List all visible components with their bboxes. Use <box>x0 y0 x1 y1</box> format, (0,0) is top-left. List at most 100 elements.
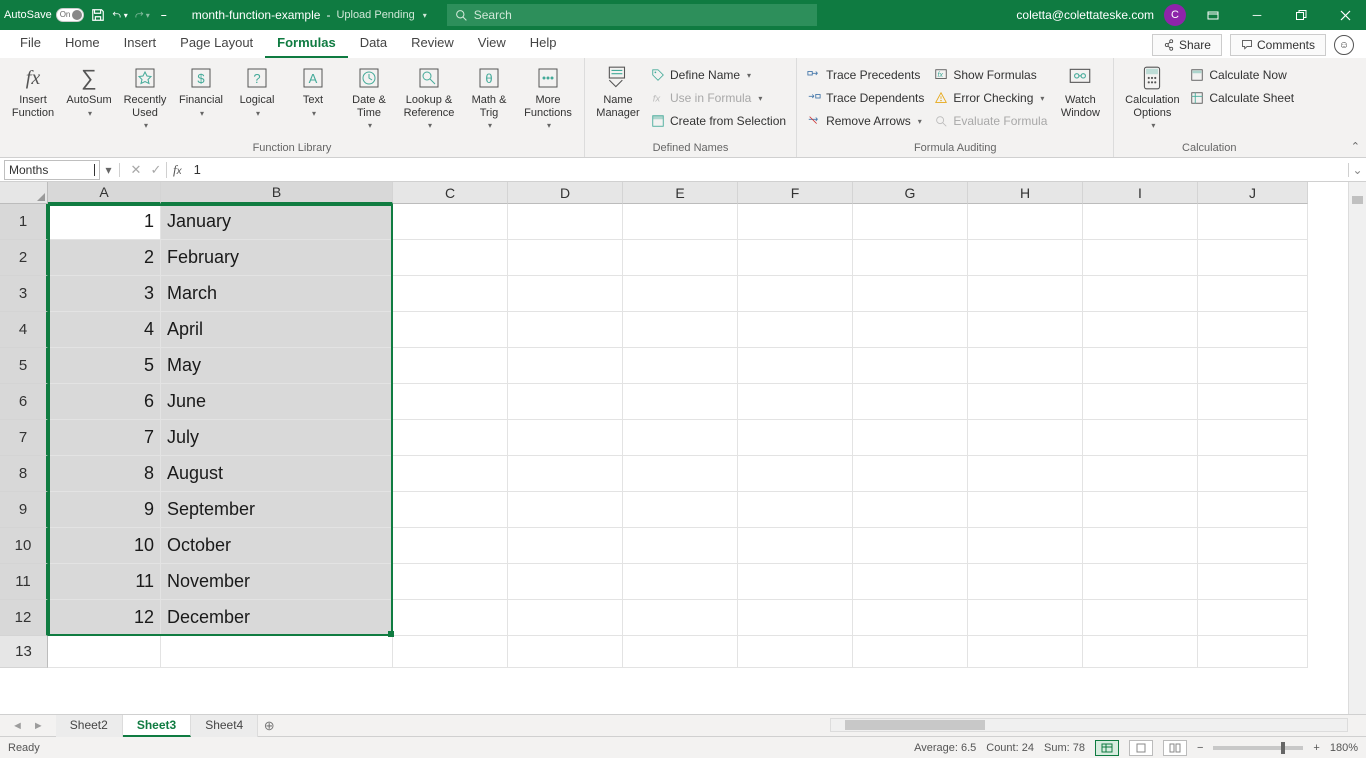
cell-J2[interactable] <box>1198 240 1308 276</box>
fx-button[interactable]: fx <box>166 162 188 178</box>
cell-A10[interactable]: 10 <box>48 528 161 564</box>
cell-C3[interactable] <box>393 276 508 312</box>
zoom-out-button[interactable]: − <box>1197 742 1203 754</box>
cell-G13[interactable] <box>853 636 968 668</box>
cell-D10[interactable] <box>508 528 623 564</box>
cell-G6[interactable] <box>853 384 968 420</box>
cell-H7[interactable] <box>968 420 1083 456</box>
tab-insert[interactable]: Insert <box>112 29 169 58</box>
tab-formulas[interactable]: Formulas <box>265 29 348 58</box>
column-header-I[interactable]: I <box>1083 182 1198 204</box>
tab-file[interactable]: File <box>8 29 53 58</box>
cell-H1[interactable] <box>968 204 1083 240</box>
cell-A11[interactable]: 11 <box>48 564 161 600</box>
cell-G8[interactable] <box>853 456 968 492</box>
save-status[interactable]: Upload Pending <box>336 9 414 21</box>
expand-formula-bar-icon[interactable]: ⌄ <box>1348 163 1366 177</box>
enter-icon[interactable]: ✓ <box>146 162 166 178</box>
cell-H11[interactable] <box>968 564 1083 600</box>
column-header-H[interactable]: H <box>968 182 1083 204</box>
cell-B9[interactable]: September <box>161 492 393 528</box>
more-functions-button[interactable]: More Functions▾ <box>518 60 578 134</box>
cell-J6[interactable] <box>1198 384 1308 420</box>
cancel-icon[interactable]: ✕ <box>126 162 146 178</box>
share-button[interactable]: Share <box>1152 34 1222 56</box>
cell-C9[interactable] <box>393 492 508 528</box>
cell-H13[interactable] <box>968 636 1083 668</box>
zoom-level[interactable]: 180% <box>1330 742 1358 754</box>
cell-H5[interactable] <box>968 348 1083 384</box>
watch-window-button[interactable]: Watch Window <box>1053 60 1107 123</box>
cell-D2[interactable] <box>508 240 623 276</box>
cell-D13[interactable] <box>508 636 623 668</box>
row-header-10[interactable]: 10 <box>0 528 48 564</box>
cell-J11[interactable] <box>1198 564 1308 600</box>
cell-E13[interactable] <box>623 636 738 668</box>
cell-E2[interactable] <box>623 240 738 276</box>
cell-B4[interactable]: April <box>161 312 393 348</box>
ribbon-display-icon[interactable] <box>1196 0 1230 30</box>
cell-G9[interactable] <box>853 492 968 528</box>
cell-C8[interactable] <box>393 456 508 492</box>
cell-D4[interactable] <box>508 312 623 348</box>
cell-I12[interactable] <box>1083 600 1198 636</box>
row-header-1[interactable]: 1 <box>0 204 48 240</box>
sheet-tab-sheet3[interactable]: Sheet3 <box>123 715 191 737</box>
redo-icon[interactable]: ▾ <box>134 7 150 23</box>
cell-F9[interactable] <box>738 492 853 528</box>
cell-C12[interactable] <box>393 600 508 636</box>
cell-G12[interactable] <box>853 600 968 636</box>
cell-F1[interactable] <box>738 204 853 240</box>
cell-I3[interactable] <box>1083 276 1198 312</box>
trace-precedents-button[interactable]: Trace Precedents <box>803 64 928 86</box>
cell-H4[interactable] <box>968 312 1083 348</box>
cell-G1[interactable] <box>853 204 968 240</box>
cell-F8[interactable] <box>738 456 853 492</box>
cell-E1[interactable] <box>623 204 738 240</box>
cell-C10[interactable] <box>393 528 508 564</box>
error-checking-button[interactable]: Error Checking▾ <box>930 87 1051 109</box>
cell-I13[interactable] <box>1083 636 1198 668</box>
cell-B1[interactable]: January <box>161 204 393 240</box>
row-header-4[interactable]: 4 <box>0 312 48 348</box>
user-avatar[interactable]: C <box>1164 4 1186 26</box>
cell-D7[interactable] <box>508 420 623 456</box>
calculate-now-button[interactable]: Calculate Now <box>1186 64 1298 86</box>
sheet-tab-sheet2[interactable]: Sheet2 <box>56 715 123 737</box>
column-header-J[interactable]: J <box>1198 182 1308 204</box>
column-header-F[interactable]: F <box>738 182 853 204</box>
cell-J3[interactable] <box>1198 276 1308 312</box>
cell-G5[interactable] <box>853 348 968 384</box>
cell-F2[interactable] <box>738 240 853 276</box>
row-header-6[interactable]: 6 <box>0 384 48 420</box>
cell-D9[interactable] <box>508 492 623 528</box>
cell-H9[interactable] <box>968 492 1083 528</box>
cell-E5[interactable] <box>623 348 738 384</box>
row-header-7[interactable]: 7 <box>0 420 48 456</box>
horizontal-scrollbar[interactable] <box>830 718 1348 732</box>
column-header-A[interactable]: A <box>48 182 161 204</box>
sheet-next-icon[interactable]: ► <box>33 720 44 732</box>
cell-G10[interactable] <box>853 528 968 564</box>
cell-F5[interactable] <box>738 348 853 384</box>
insert-function-button[interactable]: fxInsert Function <box>6 60 60 123</box>
tab-home[interactable]: Home <box>53 29 112 58</box>
cell-A6[interactable]: 6 <box>48 384 161 420</box>
tab-view[interactable]: View <box>466 29 518 58</box>
cell-C6[interactable] <box>393 384 508 420</box>
cell-G4[interactable] <box>853 312 968 348</box>
row-header-12[interactable]: 12 <box>0 600 48 636</box>
cell-A4[interactable]: 4 <box>48 312 161 348</box>
math-trig-button[interactable]: θMath & Trig▾ <box>462 60 516 134</box>
cell-I2[interactable] <box>1083 240 1198 276</box>
cell-A2[interactable]: 2 <box>48 240 161 276</box>
cell-D12[interactable] <box>508 600 623 636</box>
row-header-13[interactable]: 13 <box>0 636 48 668</box>
feedback-icon[interactable]: ☺ <box>1334 35 1354 55</box>
cell-D6[interactable] <box>508 384 623 420</box>
collapse-ribbon-icon[interactable]: ⌃ <box>1351 140 1360 153</box>
comments-button[interactable]: Comments <box>1230 34 1326 56</box>
select-all-corner[interactable] <box>0 182 48 204</box>
sheet-tab-sheet4[interactable]: Sheet4 <box>191 715 258 737</box>
column-header-C[interactable]: C <box>393 182 508 204</box>
